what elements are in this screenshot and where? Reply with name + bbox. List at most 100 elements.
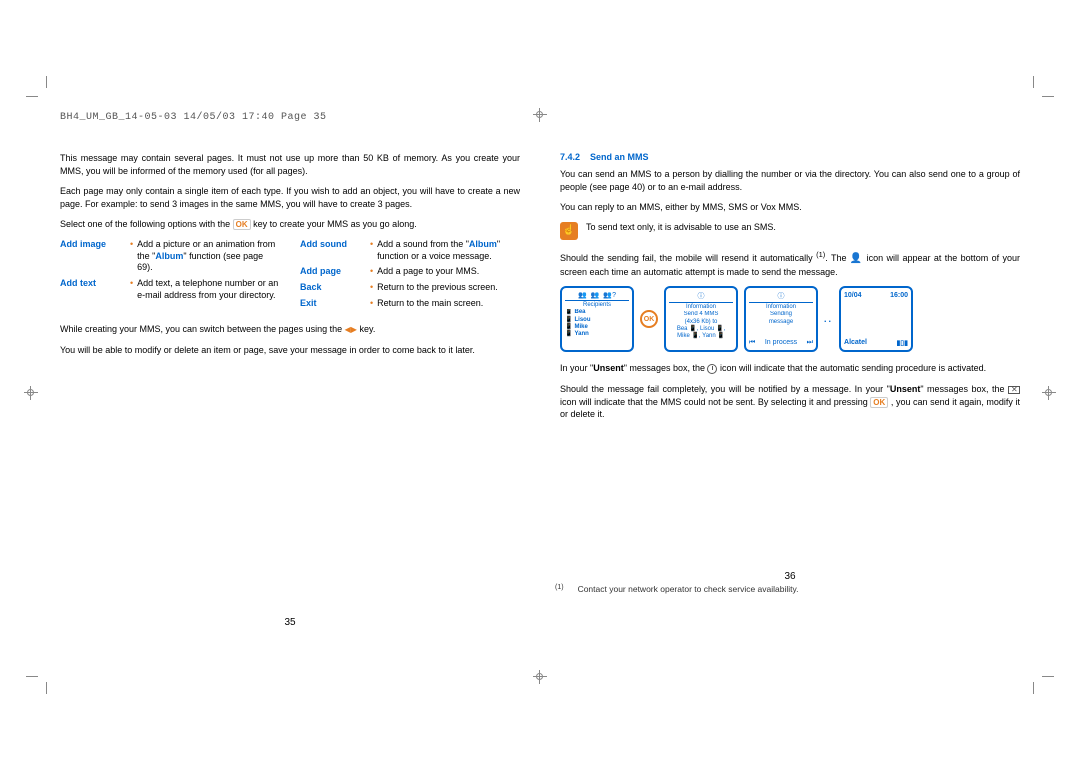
option-desc: Add a page to your MMS. [377, 266, 520, 278]
option-desc: Return to the main screen. [377, 298, 520, 310]
text: Select one of the following options with… [60, 219, 233, 229]
ok-key-icon: OK [870, 397, 888, 408]
contact: Yann [574, 331, 588, 338]
info-icon: ⓘ [698, 291, 705, 301]
option-label: Back [300, 282, 370, 292]
bullet-icon: • [370, 239, 373, 249]
paragraph: You can reply to an MMS, either by MMS, … [560, 201, 1020, 214]
bullet-icon: • [370, 298, 373, 308]
registration-mark [533, 108, 547, 122]
unsent-label: Unsent [890, 384, 921, 394]
next-icon: ⏭ [807, 339, 813, 347]
brand-text: Alcatel [844, 339, 867, 347]
date-text: 10/04 [844, 292, 862, 299]
paragraph: Should the message fail completely, you … [560, 383, 1020, 421]
text: " messages box, the [920, 384, 1008, 394]
screen-title: Information [749, 304, 813, 310]
envelope-fail-icon [1008, 386, 1020, 394]
text: Should the sending fail, the mobile will… [560, 253, 816, 263]
screen-footer-text: In process [765, 339, 797, 347]
bullet-icon: • [370, 266, 373, 276]
info-icon: ⓘ [778, 291, 785, 301]
option-desc: Add a picture or an animation from the "… [137, 239, 280, 274]
crop-mark [46, 682, 47, 694]
crop-mark [26, 96, 38, 97]
person-retry-icon: 👤 [850, 253, 863, 264]
left-right-arrow-icon: ◀▶ [345, 324, 357, 335]
contact: Mike [574, 324, 587, 331]
text: . The [825, 253, 850, 263]
text: key. [359, 324, 375, 334]
screen-line: Mike 📱, Yann 📱 [669, 333, 733, 340]
text: " messages box, the [624, 363, 708, 373]
tip-text: To send text only, it is advisable to us… [586, 222, 776, 232]
option-label: Add image [60, 239, 130, 249]
screen-line: (4x36 Kb) to [669, 319, 733, 326]
paragraph: Select one of the following options with… [60, 218, 520, 231]
ellipsis-icon: .. [824, 314, 833, 324]
text: Should the message fail completely, you … [560, 384, 890, 394]
paragraph: Each page may only contain a single item… [60, 185, 520, 210]
screen-line: Bea 📱, Lisou 📱, [669, 326, 733, 333]
footnote: (1) Contact your network operator to che… [555, 584, 1015, 594]
footnote-ref: (1) [816, 250, 825, 259]
text: icon will indicate that the MMS could no… [560, 397, 870, 407]
page-number: 36 [560, 571, 1020, 582]
screen-line: Send 4 MMS [669, 311, 733, 318]
registration-mark [1042, 386, 1056, 400]
prev-icon: ⏮ [749, 339, 755, 347]
paragraph: Should the sending fail, the mobile will… [560, 250, 1020, 279]
option-label: Add text [60, 278, 130, 288]
clock-icon [707, 364, 717, 374]
paragraph: You can send an MMS to a person by diall… [560, 168, 1020, 193]
crop-mark [26, 676, 38, 677]
screen-line: message [749, 319, 813, 326]
option-desc: Add a sound from the "Album" function or… [377, 239, 520, 262]
text: While creating your MMS, you can switch … [60, 324, 345, 334]
option-label: Add page [300, 266, 370, 276]
spread: This message may contain several pages. … [60, 152, 1020, 628]
crop-mark [1033, 76, 1034, 88]
paragraph: You will be able to modify or delete an … [60, 344, 520, 357]
paragraph: This message may contain several pages. … [60, 152, 520, 177]
section-number: 7.4.2 [560, 152, 580, 162]
option-desc: Add text, a telephone number or an e-mai… [137, 278, 280, 301]
text: icon will indicate that the automatic se… [720, 363, 986, 373]
people-icon: 👥 [578, 291, 587, 299]
contact: Bea [574, 309, 585, 316]
crop-mark [1042, 676, 1054, 677]
paragraph: In your "Unsent" messages box, the icon … [560, 362, 1020, 375]
signal-battery-icon: ▮▯▮ [896, 339, 908, 347]
contact: Lisou [574, 317, 590, 324]
crop-mark [1042, 96, 1054, 97]
phone-screen-recipients: 👥👥👥? Recipients 📱Bea 📱Lisou 📱Mike 📱Yann [560, 286, 634, 352]
crop-mark [1033, 682, 1034, 694]
page-35: This message may contain several pages. … [60, 152, 520, 628]
bullet-icon: • [370, 282, 373, 292]
tip-callout: ☝ To send text only, it is advisable to … [560, 222, 1020, 240]
footnote-text: Contact your network operator to check s… [578, 584, 799, 594]
footnote-marker: (1) [555, 584, 564, 594]
bullet-icon: • [130, 278, 133, 288]
page-number: 35 [60, 617, 520, 628]
phone-screen-info1: ⓘ Information Send 4 MMS (4x36 Kb) to Be… [664, 286, 738, 352]
text: In your " [560, 363, 593, 373]
tip-icon: ☝ [560, 222, 578, 240]
option-label: Add sound [300, 239, 370, 249]
option-desc: Return to the previous screen. [377, 282, 520, 294]
screen-title: Information [669, 304, 733, 310]
crop-mark [46, 76, 47, 88]
unsent-label: Unsent [593, 363, 624, 373]
time-text: 16:00 [890, 292, 908, 299]
print-header: BH4_UM_GB_14-05-03 14/05/03 17:40 Page 3… [60, 112, 327, 123]
options-grid: Add image • Add a picture or an animatio… [60, 239, 520, 313]
section-heading: 7.4.2 Send an MMS [560, 152, 1020, 162]
text: key to create your MMS as you go along. [253, 219, 417, 229]
page-36: 7.4.2 Send an MMS You can send an MMS to… [560, 152, 1020, 628]
phone-screen-home: 10/04 16:00 Alcatel ▮▯▮ [839, 286, 913, 352]
registration-mark [24, 386, 38, 400]
ok-button-icon: OK [640, 310, 658, 328]
option-label: Exit [300, 298, 370, 308]
bullet-icon: • [130, 239, 133, 249]
paragraph: While creating your MMS, you can switch … [60, 323, 520, 336]
